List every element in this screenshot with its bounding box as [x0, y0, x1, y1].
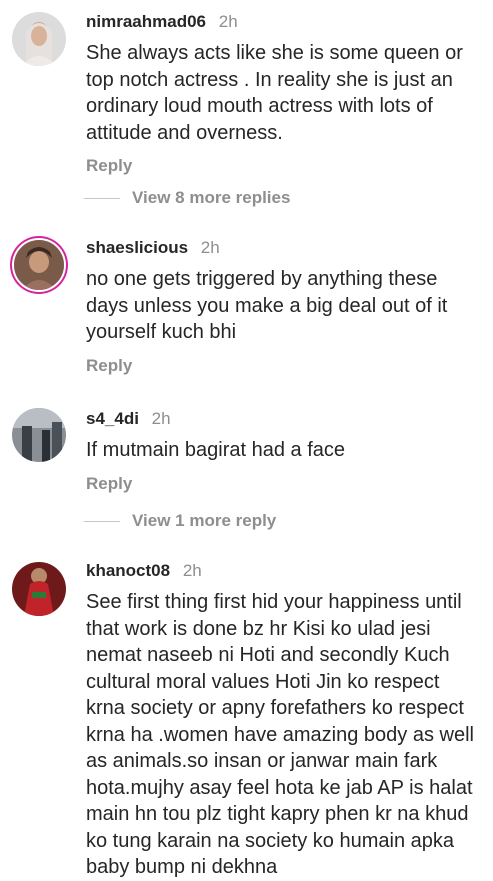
- comment-header: nimraahmad06 2h: [86, 11, 483, 33]
- comment-header: khanoct08 2h: [86, 560, 483, 582]
- username[interactable]: s4_4di: [86, 409, 139, 428]
- username[interactable]: shaeslicious: [86, 238, 188, 257]
- avatar[interactable]: [14, 240, 64, 290]
- reply-button[interactable]: Reply: [86, 156, 483, 176]
- comment-header: shaeslicious 2h: [86, 237, 483, 259]
- view-more-replies-label: View 8 more replies: [132, 188, 291, 207]
- avatar[interactable]: [12, 562, 66, 616]
- comment-text: See first thing first hid your happiness…: [86, 591, 474, 878]
- reply-button[interactable]: Reply: [86, 474, 483, 494]
- timestamp: 2h: [218, 12, 238, 31]
- username[interactable]: khanoct08: [86, 561, 170, 580]
- divider-line: [84, 197, 120, 199]
- comment-text: If mutmain bagirat had a face: [86, 439, 346, 461]
- comment-header: s4_4di 2h: [86, 408, 483, 430]
- timestamp: 2h: [151, 409, 171, 428]
- username[interactable]: nimraahmad06: [86, 12, 206, 31]
- timestamp: 2h: [200, 238, 220, 257]
- timestamp: 2h: [182, 561, 202, 580]
- view-more-replies-button[interactable]: View 8 more replies: [84, 188, 290, 208]
- avatar[interactable]: [12, 12, 66, 66]
- comment-text: no one gets triggered by anything these …: [86, 268, 448, 343]
- divider-line: [84, 520, 120, 522]
- avatar[interactable]: [12, 408, 66, 462]
- view-more-replies-button[interactable]: View 1 more reply: [84, 511, 276, 531]
- comment-text: She always acts like she is some queen o…: [86, 42, 463, 144]
- view-more-replies-label: View 1 more reply: [132, 511, 277, 530]
- reply-button[interactable]: Reply: [86, 356, 483, 376]
